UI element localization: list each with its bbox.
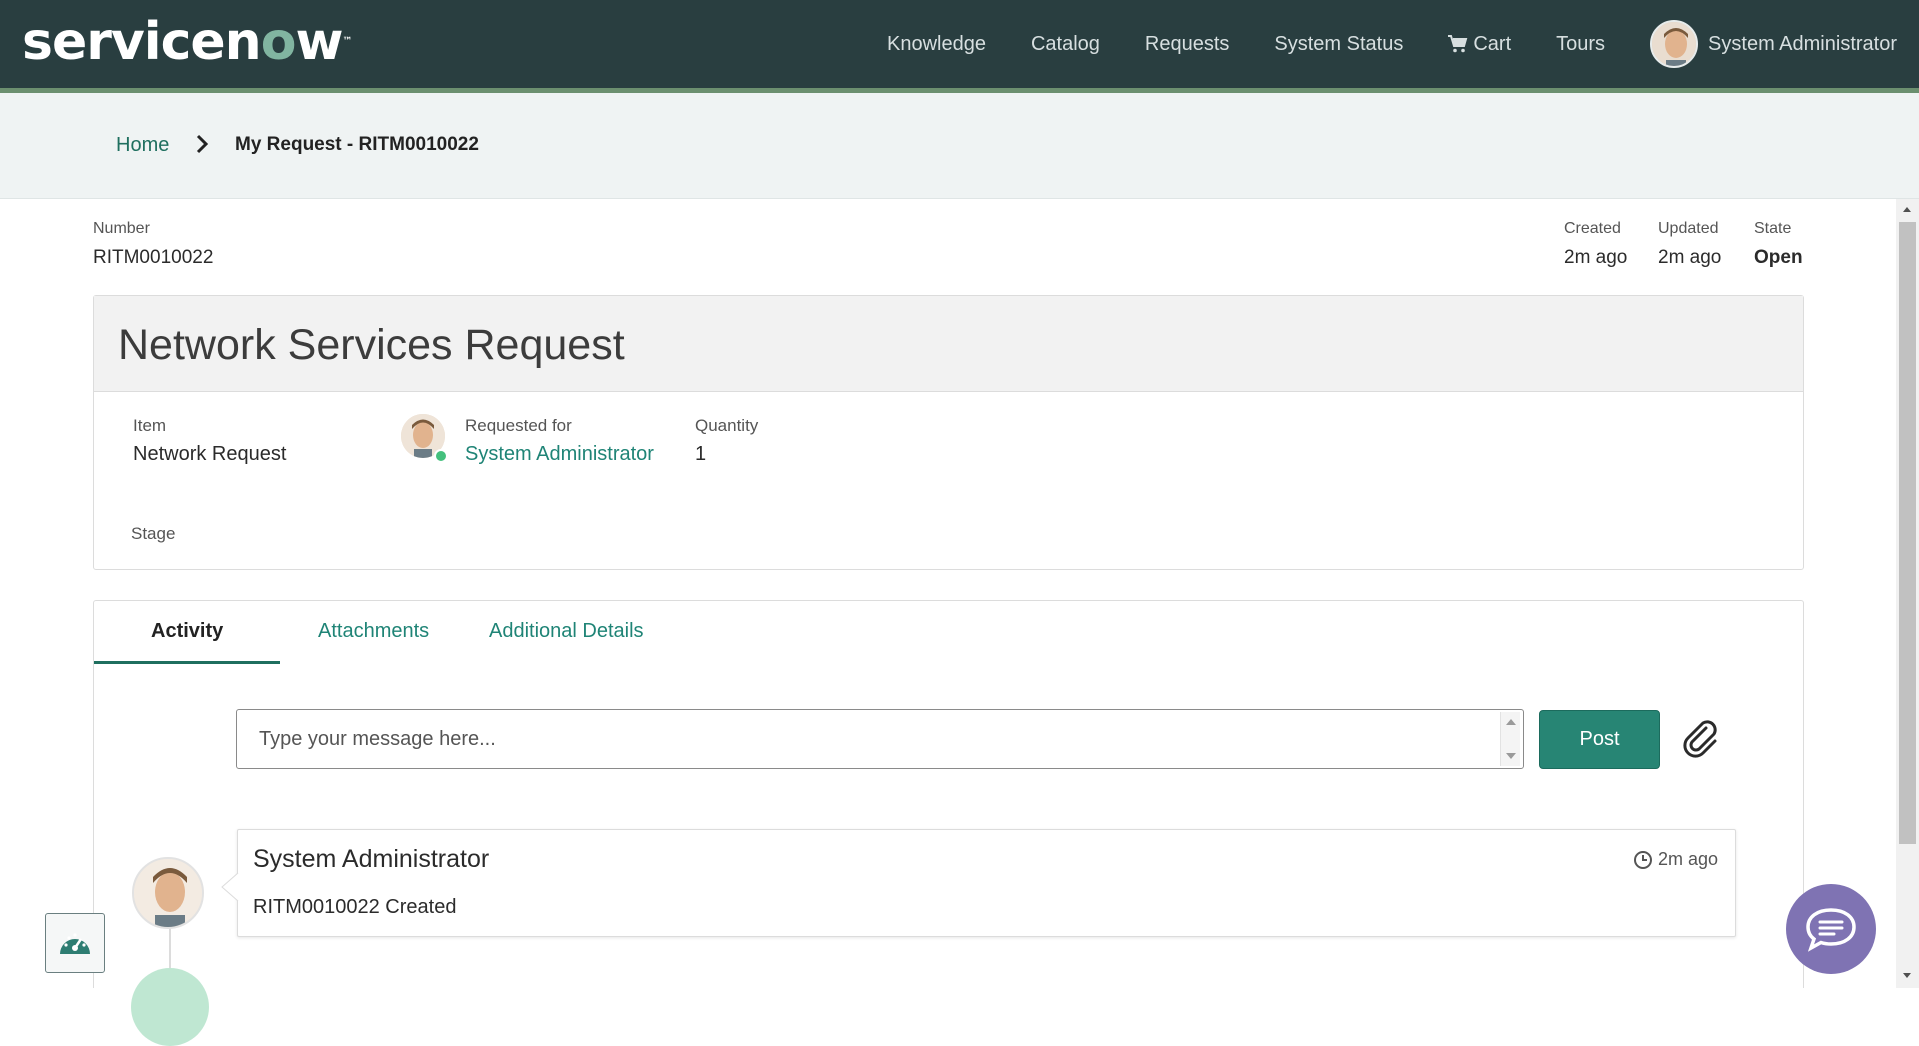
item-value: Network Request [133,443,287,465]
request-title: Network Services Request [118,321,625,369]
main-nav: Knowledge Catalog Requests System Status… [842,0,1897,88]
scroll-down-arrow-icon[interactable] [1900,968,1914,982]
quantity-value: 1 [695,443,707,465]
speedometer-icon [60,933,90,954]
cart-icon [1448,35,1468,53]
chevron-right-icon [196,134,209,154]
number-value: RITM0010022 [93,247,214,268]
activity-author-avatar [132,857,204,929]
nav-catalog[interactable]: Catalog [1031,33,1100,56]
state-value: Open [1754,247,1803,268]
message-input[interactable] [236,709,1524,769]
request-card: Network Services Request Item Network Re… [93,295,1804,570]
nav-cart-label: Cart [1473,32,1512,55]
breadcrumb: Home My Request - RITM0010022 [0,93,1919,199]
servicenow-logo[interactable]: servicenow™ [22,12,352,72]
request-card-header: Network Services Request [94,296,1803,392]
timeline-node [131,968,209,1046]
activity-timestamp: 2m ago [1633,849,1718,870]
created-value: 2m ago [1564,247,1628,268]
stage-label: Stage [131,524,176,543]
state-label: State [1754,220,1792,237]
tab-attachments[interactable]: Attachments [318,620,429,643]
presence-online-indicator [434,449,448,463]
user-menu[interactable]: System Administrator [1650,20,1897,68]
timeline-line [169,929,171,969]
scroll-up-arrow-icon[interactable] [1900,203,1914,217]
top-navigation-bar: servicenow™ Knowledge Catalog Requests S… [0,0,1919,88]
activity-time-text: 2m ago [1657,849,1718,869]
detail-tabs: Activity Attachments Additional Details [93,600,1804,665]
user-avatar [1650,20,1699,68]
chat-bubble-icon [1806,908,1856,952]
input-scroll-arrows[interactable] [1500,712,1520,766]
activity-entry-pointer [221,873,239,901]
activity-message: RITM0010022 Created [253,896,457,918]
post-button[interactable]: Post [1539,710,1660,769]
activity-author: System Administrator [253,845,490,873]
tab-activity[interactable]: Activity [151,620,223,643]
breadcrumb-current: My Request - RITM0010022 [235,134,479,155]
requested-for-link[interactable]: System Administrator [465,443,654,466]
scroll-arrows-icon [1506,719,1516,759]
updated-value: 2m ago [1658,247,1722,268]
nav-tours[interactable]: Tours [1556,33,1605,56]
nav-knowledge[interactable]: Knowledge [887,33,986,56]
requested-for-label: Requested for [465,416,572,435]
item-label: Item [133,416,167,435]
clock-icon [1633,850,1652,869]
created-label: Created [1564,220,1621,237]
tab-additional-details[interactable]: Additional Details [489,620,644,643]
virtual-agent-chat-button[interactable] [1786,884,1876,974]
nav-requests[interactable]: Requests [1145,33,1230,56]
user-name: System Administrator [1708,32,1897,55]
breadcrumb-home-link[interactable]: Home [116,134,169,157]
number-label: Number [93,220,150,237]
nav-cart[interactable]: Cart [1448,33,1511,56]
updated-label: Updated [1658,220,1719,237]
paperclip-icon[interactable] [1680,718,1722,760]
scrollbar-thumb[interactable] [1899,222,1916,844]
quantity-label: Quantity [695,416,759,435]
nav-system-status[interactable]: System Status [1274,33,1403,56]
performance-dashboard-button[interactable] [45,913,105,973]
